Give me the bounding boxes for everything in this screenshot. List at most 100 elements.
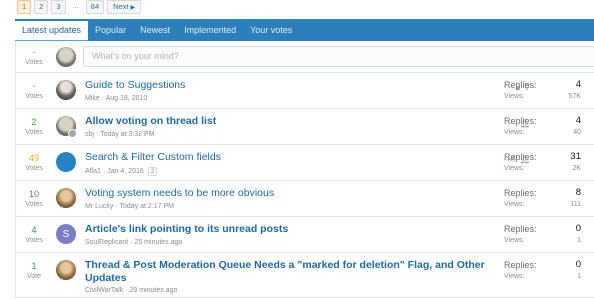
avatar[interactable] [56,80,76,100]
thread-title[interactable]: Thread & Post Moderation Queue Needs a "… [85,259,485,285]
thread-date[interactable]: Jan 4, 2016 [107,168,144,175]
thread-title[interactable]: Article's link pointing to its unread po… [85,223,485,236]
thread-title[interactable]: Allow voting on thread list [85,115,485,128]
vote-count: - [32,47,36,57]
views-count: 40 [573,129,581,136]
avatar[interactable] [56,152,76,172]
thread-author[interactable]: Alfa1 [85,168,101,175]
thread-date[interactable]: 25 minutes ago [134,239,182,246]
views-count: 111 [570,201,581,208]
replies-label: Replies: [504,188,537,198]
vote-label: Votes [25,165,43,172]
tab-your-votes[interactable]: Your votes [243,19,299,41]
page-ellipsis: ... [72,1,79,10]
replies-label: Replies: [504,152,537,162]
vote-label: Votes [25,237,43,244]
thread-stats: Replies: 0 Views: 1 [504,223,581,247]
replies-count: 0 [575,259,581,270]
thread-row: 4 Votes S Article's link pointing to its… [16,217,594,253]
thread-date[interactable]: Today at 3:32 PM [100,131,154,138]
thread-row: - Votes Guide to Suggestions Mike · Aug … [16,73,594,109]
thread-row: 49 Votes Search & Filter Custom fields A… [16,145,594,181]
next-label: Next [113,2,129,11]
tab-bar: Latest updates Popular Newest Implemente… [15,19,594,41]
views-label: Views: [504,201,525,208]
quick-thread-row: - Votes What's on your mind? [16,41,594,73]
replies-count: 8 [575,187,581,198]
avatar[interactable] [56,47,76,67]
thread-author[interactable]: sbj [85,131,94,138]
vote-count: 4 [31,225,37,235]
replies-label: Replies: [504,260,537,270]
page-jump-link[interactable]: 2 [147,167,158,176]
vote-count: 2 [31,117,37,127]
page-link-3[interactable]: 3 [51,0,66,14]
page-link-1[interactable]: 1 [17,0,32,14]
vote-count: 10 [28,189,39,199]
views-count: 57K [568,93,581,100]
thread-author[interactable]: CivilWarTalk [85,287,123,294]
vote-label: Votes [25,59,43,66]
replies-count: 0 [575,223,581,234]
avatar[interactable]: S [56,224,76,244]
replies-count: 4 [575,79,581,90]
vote-label: Vote [26,273,41,280]
views-label: Views: [504,93,525,100]
replies-count: 31 [570,151,581,162]
views-count: 1 [577,237,581,244]
thread-row: 2 Votes Allow voting on thread list sbj … [16,109,594,145]
avatar-badge [68,129,77,138]
vote-cell[interactable]: - Votes [16,73,52,102]
views-label: Views: [504,273,525,280]
next-page-button[interactable]: Next ▶ [107,0,142,14]
views-count: 2K [572,165,581,172]
thread-row: 10 Votes Voting system needs to be more … [16,181,594,217]
thread-row: 1 Vote Thread & Post Moderation Queue Ne… [16,253,594,298]
vote-cell[interactable]: 10 Votes [16,181,52,210]
thread-date[interactable]: Today at 2:17 PM [120,203,174,210]
thread-title[interactable]: Guide to Suggestions [85,79,485,92]
vote-label: Votes [25,201,43,208]
thread-author[interactable]: Mike [85,95,100,102]
tab-popular[interactable]: Popular [88,19,133,41]
thread-list: - Votes What's on your mind? - Votes Gui… [15,41,594,298]
vote-count: 1 [31,261,37,271]
avatar[interactable] [56,188,76,208]
views-label: Views: [504,165,525,172]
vote-cell: - Votes [16,41,52,68]
vote-label: Votes [25,93,43,100]
tab-newest[interactable]: Newest [133,19,177,41]
views-label: Views: [504,129,525,136]
thread-stats: Replies: 0 Views: 1 [504,259,581,283]
thread-author[interactable]: Mr Lucky [85,203,113,210]
pagination: 1 2 3 ... 84 Next ▶ [17,0,142,14]
vote-cell[interactable]: 1 Vote [16,253,52,282]
vote-cell[interactable]: 2 Votes [16,109,52,138]
thread-stats: Replies: 4 Views: 40 [504,115,581,139]
tab-implemented[interactable]: Implemented [177,19,243,41]
vote-count: 49 [28,153,39,163]
replies-label: Replies: [504,116,537,126]
thread-date[interactable]: 29 minutes ago [129,287,177,294]
page-link-2[interactable]: 2 [34,0,49,14]
vote-cell[interactable]: 49 Votes [16,145,52,174]
replies-label: Replies: [504,224,537,234]
views-label: Views: [504,237,525,244]
thread-stats: Replies: 8 Views: 111 [504,187,581,211]
views-count: 1 [577,273,581,280]
thread-stats: Replies: 4 Views: 57K [504,79,581,103]
avatar[interactable] [56,260,76,280]
new-thread-input[interactable]: What's on your mind? [83,46,594,67]
thread-title[interactable]: Voting system needs to be more obvious [85,187,485,200]
thread-author[interactable]: SoulReplicant [85,239,128,246]
thread-date[interactable]: Aug 18, 2010 [106,95,148,102]
vote-label: Votes [25,129,43,136]
chevron-right-icon: ▶ [130,5,136,11]
tab-latest-updates[interactable]: Latest updates [15,19,89,41]
vote-count: - [32,81,36,91]
replies-count: 4 [575,115,581,126]
vote-cell[interactable]: 4 Votes [16,217,52,246]
page-link-84[interactable]: 84 [85,0,105,14]
replies-label: Replies: [504,80,537,90]
thread-title[interactable]: Search & Filter Custom fields [85,151,485,164]
